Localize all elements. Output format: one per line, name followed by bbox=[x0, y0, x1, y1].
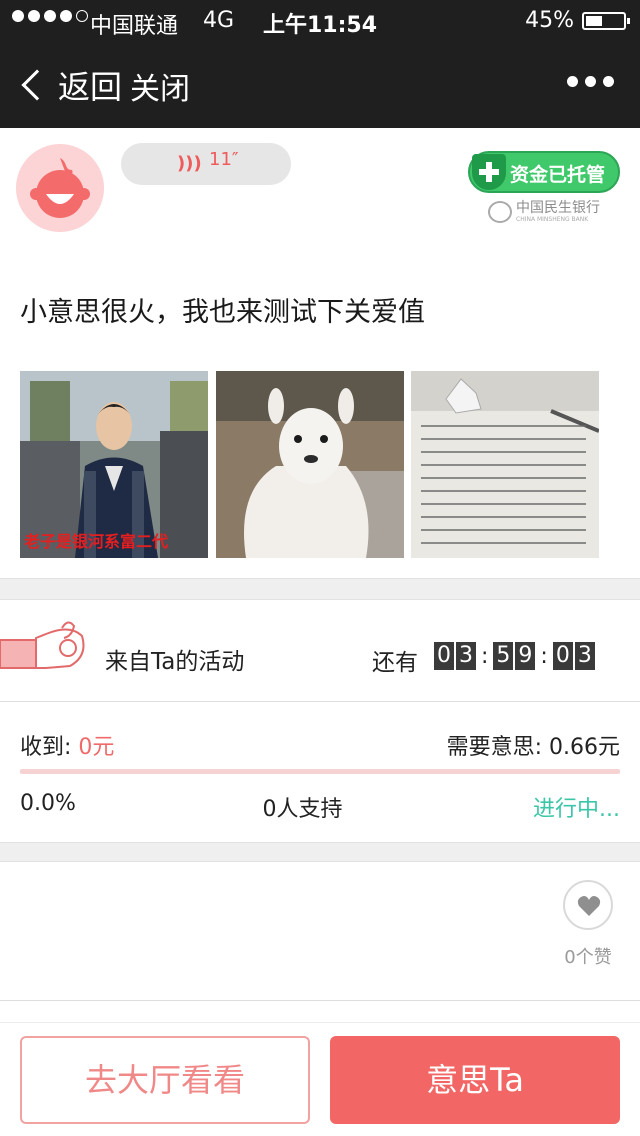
divider bbox=[0, 701, 640, 702]
pinching-hand-icon bbox=[0, 616, 92, 682]
status-bar: 中国联通 4G 上午11:54 45% bbox=[0, 0, 640, 40]
like-count: 0个赞 bbox=[564, 947, 612, 968]
received-label: 收到: bbox=[20, 735, 79, 760]
received-amount: 收到: 0元 bbox=[20, 729, 114, 761]
countdown-digit: 3 bbox=[574, 642, 595, 670]
supporters-count: 0人支持 bbox=[262, 797, 343, 822]
user-avatar[interactable] bbox=[16, 144, 104, 232]
funding-progress-bar bbox=[20, 769, 620, 774]
back-label: 返回 bbox=[58, 68, 123, 106]
post-text: 小意思很火，我也来测试下关爱值 bbox=[20, 297, 425, 328]
more-options-icon[interactable] bbox=[567, 76, 614, 87]
shield-icon bbox=[472, 154, 506, 190]
bank-name: 中国民生银行 bbox=[516, 200, 600, 216]
close-button[interactable]: 关闭 bbox=[130, 64, 190, 108]
sound-wave-icon: ))) bbox=[177, 153, 202, 174]
give-button[interactable]: 意思Ta bbox=[330, 1036, 620, 1124]
avatar-mascot-icon bbox=[16, 144, 104, 232]
countdown-digit: 0 bbox=[552, 642, 573, 670]
countdown-label: 还有 bbox=[372, 650, 418, 676]
battery-icon bbox=[582, 12, 630, 30]
like-button[interactable] bbox=[563, 880, 613, 930]
countdown-digit: 9 bbox=[515, 642, 536, 670]
section-separator bbox=[0, 578, 640, 600]
browse-hall-button[interactable]: 去大厅看看 bbox=[20, 1036, 310, 1124]
bank-name-en: CHINA MINSHENG BANK bbox=[516, 216, 589, 223]
voice-duration: 11″ bbox=[209, 149, 239, 170]
badge-label: 资金已托管 bbox=[510, 164, 606, 186]
bank-emblem-icon bbox=[488, 201, 512, 223]
voice-message[interactable]: ))) 11″ bbox=[121, 143, 291, 185]
countdown-digit: 3 bbox=[456, 642, 476, 670]
photo-caption: 老子是银河系富二代 bbox=[24, 532, 169, 551]
needed-amount: 需要意思: 0.66元 bbox=[446, 735, 620, 760]
countdown-digit: 5 bbox=[493, 642, 514, 670]
heart-icon bbox=[577, 896, 601, 916]
activity-status: 进行中... bbox=[533, 797, 620, 822]
section-separator bbox=[0, 842, 640, 862]
countdown-timer: 0 3 : 5 9 : 0 3 bbox=[434, 642, 597, 670]
countdown-digit: 0 bbox=[434, 642, 454, 670]
post-photo-3[interactable] bbox=[411, 371, 599, 558]
back-button[interactable]: 返回 bbox=[18, 62, 122, 108]
divider bbox=[0, 1000, 640, 1001]
divider bbox=[0, 1022, 640, 1023]
battery-percent: 45% bbox=[525, 8, 574, 33]
activity-source-label[interactable]: 来自Ta的活动 bbox=[105, 642, 244, 676]
nav-bar: 返回 关闭 bbox=[0, 40, 640, 128]
post-photo-1[interactable]: 老子是银河系富二代 bbox=[20, 371, 208, 558]
funds-escrow-badge: 资金已托管 bbox=[468, 151, 620, 193]
bank-logo: 中国民生银行 CHINA MINSHENG BANK bbox=[488, 201, 600, 223]
chevron-left-icon bbox=[21, 69, 53, 101]
post-photo-2[interactable] bbox=[216, 371, 404, 558]
received-value: 0元 bbox=[78, 735, 115, 760]
